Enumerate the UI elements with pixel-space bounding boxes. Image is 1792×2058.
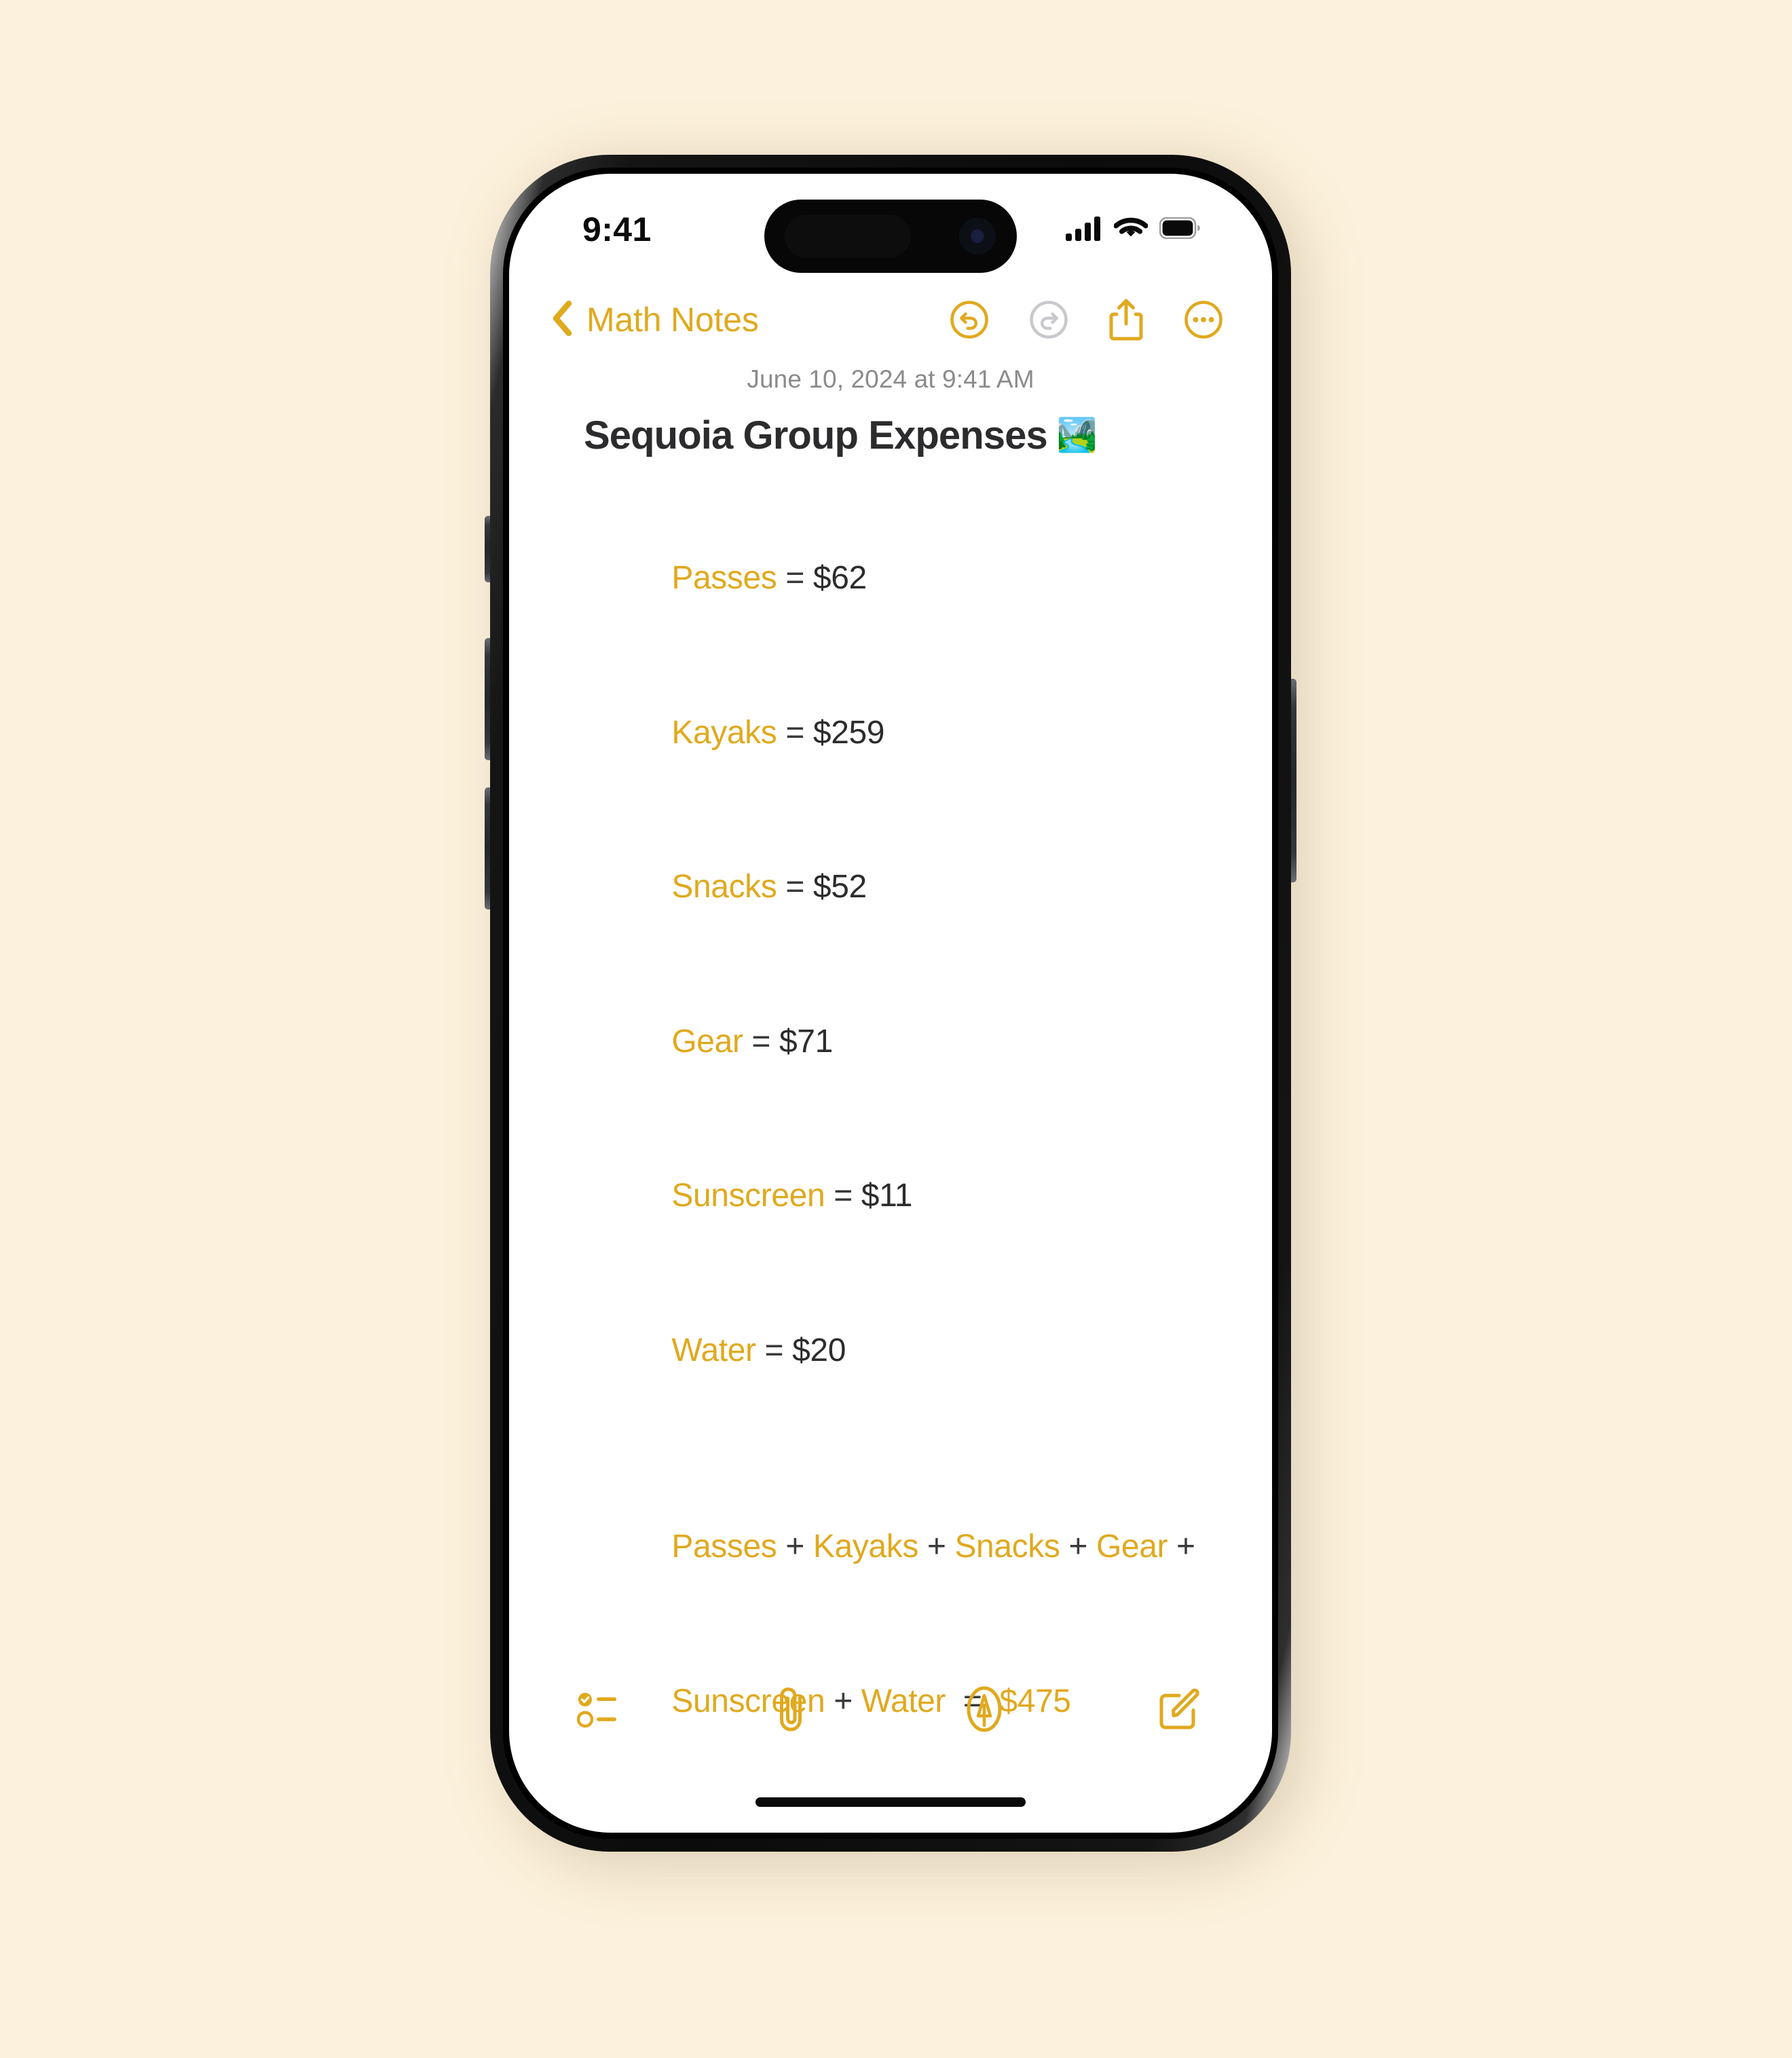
expense-label: Sunscreen (671, 1178, 825, 1214)
expense-label: Water (671, 1332, 756, 1368)
expense-row: Water = $20 (584, 1273, 1207, 1427)
back-button-label: Math Notes (586, 301, 759, 339)
expense-label: Kayaks (671, 714, 777, 751)
chevron-left-icon (551, 300, 573, 339)
expense-equals: = (777, 560, 813, 597)
wifi-icon (1113, 215, 1149, 244)
note-title: Sequoia Group Expenses 🏞️ (584, 413, 1207, 459)
dynamic-island (764, 200, 1017, 273)
expense-equals: = (825, 1178, 861, 1214)
expense-label: Gear (671, 1023, 743, 1060)
plus-operator: + (777, 1529, 813, 1565)
expense-value: $52 (813, 869, 867, 905)
expense-list: Passes = $62 Kayaks = $259 Snacks = $52 … (584, 501, 1207, 1427)
plus-operator: + (1060, 1529, 1096, 1565)
sum-term: Kayaks (813, 1529, 918, 1565)
expense-row: Sunscreen = $11 (584, 1119, 1207, 1273)
phone-bezel: 9:41 Math Notes June 10, 2024 at 9:41 AM… (503, 168, 1278, 1839)
battery-full-icon (1159, 217, 1200, 242)
phone-screen: 9:41 Math Notes June 10, 2024 at 9:41 AM… (509, 174, 1272, 1833)
redo-icon (1029, 300, 1068, 339)
cellular-signal-icon (1066, 215, 1102, 244)
expense-label: Snacks (671, 869, 777, 905)
national-park-emoji-icon: 🏞️ (1056, 417, 1098, 454)
status-time: 9:41 (582, 210, 652, 248)
share-icon[interactable] (1108, 298, 1144, 341)
note-timestamp: June 10, 2024 at 9:41 AM (747, 365, 1034, 393)
expense-equals: = (777, 714, 813, 751)
note-content[interactable]: June 10, 2024 at 9:41 AM Sequoia Group E… (509, 365, 1272, 1833)
sum-term: Snacks (954, 1529, 1060, 1565)
front-camera-icon (959, 218, 996, 255)
expense-row: Kayaks = $259 (584, 656, 1207, 810)
expense-value: $259 (813, 714, 885, 751)
expense-row: Snacks = $52 (584, 810, 1207, 964)
undo-icon[interactable] (950, 300, 989, 339)
sum-term: Passes (671, 1529, 777, 1565)
sum-equation-line-1: Passes + Kayaks + Snacks + Gear + (584, 1470, 1207, 1624)
expense-row: Passes = $62 (584, 501, 1207, 655)
more-ellipsis-icon[interactable] (1184, 300, 1223, 339)
navigation-bar: Math Notes (509, 276, 1272, 364)
expense-value: $62 (813, 560, 867, 597)
expense-equals: = (777, 869, 813, 905)
division-line: $475 ÷ 5 = $95 each (584, 1814, 1207, 1833)
navbar-actions (950, 298, 1223, 341)
screenshot-stage: 9:41 Math Notes June 10, 2024 at 9:41 AM… (0, 0, 1792, 2058)
sum-term: Gear (1096, 1529, 1168, 1565)
expense-equals: = (755, 1332, 793, 1368)
paperclip-icon[interactable] (772, 1685, 810, 1734)
division-equation: $475 ÷ 5 = $95 each (584, 1814, 1207, 1833)
markup-pen-icon[interactable] (964, 1685, 1005, 1734)
expense-row: Gear = $71 (584, 965, 1207, 1119)
island-speaker (785, 214, 911, 258)
home-indicator[interactable] (755, 1797, 1026, 1807)
plus-operator: + (918, 1529, 955, 1565)
expense-value: $11 (861, 1178, 913, 1214)
expense-value: $20 (792, 1332, 846, 1368)
note-title-text: Sequoia Group Expenses (584, 413, 1048, 457)
back-button[interactable]: Math Notes (551, 300, 759, 339)
plus-operator-trailing: + (1168, 1529, 1195, 1565)
expense-equals: = (743, 1023, 780, 1060)
checklist-icon[interactable] (577, 1689, 619, 1729)
compose-icon[interactable] (1158, 1687, 1201, 1731)
expense-value: $71 (779, 1023, 833, 1060)
phone-frame: 9:41 Math Notes June 10, 2024 at 9:41 AM… (490, 155, 1291, 1852)
bottom-toolbar (509, 1662, 1272, 1757)
status-indicators (1066, 215, 1200, 244)
expense-label: Passes (671, 560, 777, 597)
